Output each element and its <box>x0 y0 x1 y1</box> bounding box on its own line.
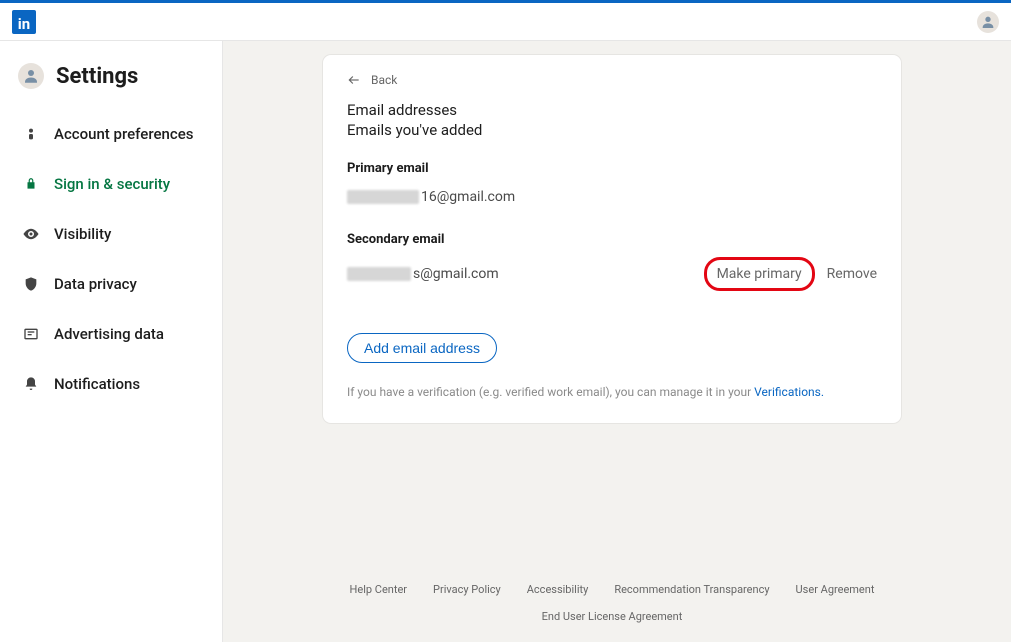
redacted-text <box>347 190 419 204</box>
footer-link-privacy[interactable]: Privacy Policy <box>433 583 501 596</box>
settings-header: Settings <box>0 63 222 109</box>
sidebar-item-signin-security[interactable]: Sign in & security <box>0 159 222 209</box>
lock-icon <box>22 175 40 193</box>
settings-title: Settings <box>56 64 138 89</box>
main-content: Back Email addresses Emails you've added… <box>223 41 1011 642</box>
verifications-link[interactable]: Verifications. <box>754 385 824 399</box>
footer-link-accessibility[interactable]: Accessibility <box>527 583 589 596</box>
sidebar: Settings Account preferences Sign in & s… <box>0 41 223 642</box>
sidebar-item-account-preferences[interactable]: Account preferences <box>0 109 222 159</box>
back-label: Back <box>371 73 397 87</box>
primary-email-label: Primary email <box>347 161 877 176</box>
secondary-email-row: s@gmail.com Make primary Remove <box>347 257 877 291</box>
newspaper-icon <box>22 325 40 343</box>
sidebar-item-label: Advertising data <box>54 325 164 343</box>
primary-email-value: 16@gmail.com <box>421 189 515 205</box>
person-icon <box>980 14 996 30</box>
person-card-icon <box>22 125 40 143</box>
remove-button[interactable]: Remove <box>827 266 877 282</box>
profile-avatar[interactable] <box>977 11 999 33</box>
email-actions: Make primary Remove <box>704 257 877 291</box>
make-primary-button[interactable]: Make primary <box>704 257 815 291</box>
linkedin-logo[interactable]: in <box>12 10 36 34</box>
footer-links: Help Center Privacy Policy Accessibility… <box>323 583 901 596</box>
redacted-text <box>347 267 411 281</box>
bell-icon <box>22 375 40 393</box>
email-settings-card: Back Email addresses Emails you've added… <box>323 55 901 423</box>
footer-link-eula[interactable]: End User License Agreement <box>323 610 901 623</box>
footer-link-user-agreement[interactable]: User Agreement <box>796 583 875 596</box>
secondary-email-label: Secondary email <box>347 232 877 247</box>
add-email-button[interactable]: Add email address <box>347 333 497 363</box>
sidebar-item-visibility[interactable]: Visibility <box>0 209 222 259</box>
sidebar-item-label: Notifications <box>54 375 140 393</box>
card-title: Email addresses <box>347 101 877 119</box>
secondary-email-value: s@gmail.com <box>413 266 499 282</box>
sidebar-item-label: Account preferences <box>54 125 193 143</box>
shield-icon <box>22 275 40 293</box>
header: in <box>0 3 1011 41</box>
sidebar-item-notifications[interactable]: Notifications <box>0 359 222 409</box>
footer-link-help[interactable]: Help Center <box>350 583 408 596</box>
eye-icon <box>22 225 40 243</box>
footer: Help Center Privacy Policy Accessibility… <box>323 583 901 642</box>
sidebar-item-label: Data privacy <box>54 275 137 293</box>
back-button[interactable]: Back <box>347 73 877 87</box>
person-icon <box>22 67 40 85</box>
footer-link-recommendation[interactable]: Recommendation Transparency <box>614 583 769 596</box>
verification-note: If you have a verification (e.g. verifie… <box>347 385 877 399</box>
card-subtitle: Emails you've added <box>347 121 877 139</box>
sidebar-item-advertising-data[interactable]: Advertising data <box>0 309 222 359</box>
sidebar-item-data-privacy[interactable]: Data privacy <box>0 259 222 309</box>
sidebar-item-label: Sign in & security <box>54 175 170 193</box>
settings-avatar <box>18 63 44 89</box>
sidebar-item-label: Visibility <box>54 225 111 243</box>
primary-email-row: 16@gmail.com <box>347 186 877 208</box>
arrow-left-icon <box>347 73 361 87</box>
